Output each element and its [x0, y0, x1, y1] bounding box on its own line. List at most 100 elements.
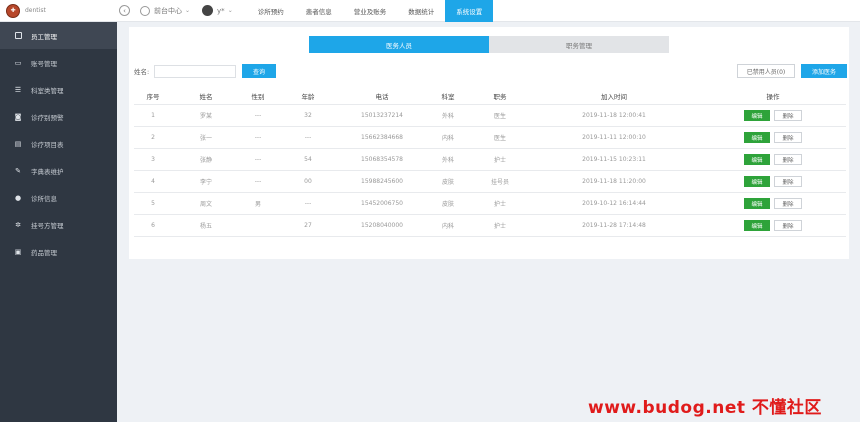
cell-gender: --- — [254, 112, 262, 119]
tab-positions[interactable]: 职务管理 — [489, 36, 669, 53]
sidebar-item-label: 诊所信息 — [31, 194, 57, 203]
clinic-label: 前台中心 — [154, 6, 182, 15]
cell-name: 周文 — [199, 201, 212, 208]
tab-staff[interactable]: 医务人员 — [309, 36, 489, 53]
cell-phone: 15662384668 — [361, 134, 403, 141]
gear-icon: ✲ — [15, 220, 21, 229]
sidebar-item-treatments[interactable]: ▤ 诊疗项目表 — [0, 130, 117, 157]
column-header: 年龄 — [301, 93, 315, 101]
top-nav: 诊所预约 患者信息 营业及账务 数据统计 系统设置 — [247, 0, 494, 22]
edit-button[interactable]: 编辑 — [744, 154, 770, 165]
cell-age: --- — [304, 134, 312, 141]
cell-age: 00 — [304, 178, 312, 185]
action-buttons: 已禁用人员(0) 添加医务 — [737, 64, 847, 78]
clinic-selector[interactable]: 前台中心 ⌄ — [140, 5, 191, 16]
cell-ops: 编辑 删除 — [700, 132, 846, 143]
cell-title: 医生 — [493, 135, 506, 142]
edit-button[interactable]: 编辑 — [744, 176, 770, 187]
cell-gender: --- — [254, 134, 262, 141]
search-button[interactable]: 查询 — [242, 64, 276, 78]
cell-phone: 15452006750 — [361, 200, 403, 207]
column-header: 性别 — [251, 93, 265, 101]
sidebar-item-label: 诊疗项目表 — [31, 140, 64, 149]
column-header: 姓名 — [199, 93, 213, 101]
sidebar-item-staff[interactable]: 员工管理 — [0, 22, 117, 49]
cell-joined: 2019-11-18 11:20:00 — [582, 178, 646, 185]
search-label: 姓名: — [134, 68, 150, 76]
cell-gender: --- — [254, 156, 262, 163]
cell-no: 3 — [151, 156, 155, 163]
search-row: 姓名: 查询 — [134, 64, 276, 78]
sidebar-item-clinic-info[interactable]: ● 诊所信息 — [0, 184, 117, 211]
sidebar-item-label: 账号管理 — [31, 59, 57, 68]
sidebar-item-departments[interactable]: ☰ 科室类管理 — [0, 76, 117, 103]
sidebar-item-alerts[interactable]: ◙ 诊疗别预警 — [0, 103, 117, 130]
cell-age: 32 — [304, 112, 312, 119]
cell-age: 27 — [304, 222, 312, 229]
briefcase-icon: ▣ — [14, 247, 22, 256]
cell-dept: 内科 — [441, 135, 454, 142]
table-row: 1 罗某 --- 32 15013237214 外科 医生 2019-11-18… — [134, 105, 846, 127]
book-icon: ▤ — [14, 139, 22, 148]
tab-switch: 医务人员 职务管理 — [309, 36, 669, 53]
cell-title: 护士 — [493, 201, 506, 208]
delete-button[interactable]: 删除 — [774, 198, 802, 209]
column-header: 职务 — [493, 93, 507, 101]
edit-button[interactable]: 编辑 — [744, 220, 770, 231]
cell-no: 4 — [151, 178, 155, 185]
edit-button[interactable]: 编辑 — [744, 132, 770, 143]
nav-statistics[interactable]: 数据统计 — [397, 0, 445, 22]
nav-settings[interactable]: 系统设置 — [445, 0, 494, 22]
cell-ops: 编辑 删除 — [700, 176, 846, 187]
cell-phone: 15068354578 — [361, 156, 403, 163]
cell-name: 罗某 — [199, 113, 212, 120]
delete-button[interactable]: 删除 — [774, 220, 802, 231]
cell-ops: 编辑 删除 — [700, 198, 846, 209]
nav-billing[interactable]: 营业及账务 — [343, 0, 398, 22]
cell-title: 挂号员 — [490, 179, 509, 186]
column-header: 加入时间 — [601, 93, 627, 101]
back-arrow-icon[interactable]: ‹ — [119, 5, 130, 16]
nav-appointments[interactable]: 诊所预约 — [247, 0, 295, 22]
cell-phone: 15208040000 — [361, 222, 403, 229]
edit-button[interactable]: 编辑 — [744, 198, 770, 209]
delete-button[interactable]: 删除 — [774, 176, 802, 187]
cell-phone: 15988245600 — [361, 178, 403, 185]
cell-ops: 编辑 删除 — [700, 154, 846, 165]
cell-title: 医生 — [493, 113, 506, 120]
info-icon: ● — [14, 193, 22, 202]
sidebar-item-label: 药品管理 — [31, 248, 57, 257]
top-bar: ✚ dentist ‹ 前台中心 ⌄ y* ⌄ 诊所预约 患者信息 营业及账务 … — [0, 0, 860, 22]
sidebar-item-label: 员工管理 — [31, 32, 57, 41]
logo-icon: ✚ — [6, 3, 20, 18]
delete-button[interactable]: 删除 — [774, 154, 802, 165]
cell-name: 李宁 — [199, 179, 212, 186]
delete-button[interactable]: 删除 — [774, 132, 802, 143]
user-menu[interactable]: y* ⌄ — [202, 5, 233, 16]
cell-dept: 皮肤 — [441, 201, 454, 208]
sidebar-item-dictionary[interactable]: ✎ 字典表维护 — [0, 157, 117, 184]
cell-phone: 15013237214 — [361, 112, 403, 119]
column-header: 序号 — [146, 93, 160, 101]
sidebar-item-registration[interactable]: ✲ 挂号方管理 — [0, 211, 117, 238]
phone-icon — [14, 32, 22, 40]
chevron-down-icon: ⌄ — [185, 7, 191, 14]
logo-text: dentist — [25, 7, 46, 14]
search-input[interactable] — [154, 64, 236, 78]
edit-button[interactable]: 编辑 — [744, 110, 770, 121]
cell-dept: 外科 — [441, 157, 454, 164]
table-row: 4 李宁 --- 00 15988245600 皮肤 挂号员 2019-11-1… — [134, 171, 846, 193]
sidebar-item-accounts[interactable]: ▭ 账号管理 — [0, 49, 117, 76]
sidebar-item-drugs[interactable]: ▣ 药品管理 — [0, 238, 117, 265]
disabled-staff-button[interactable]: 已禁用人员(0) — [737, 64, 795, 78]
cell-joined: 2019-11-11 12:00:10 — [582, 134, 646, 141]
column-header: 科室 — [441, 93, 455, 101]
cell-joined: 2019-11-15 10:23:11 — [582, 156, 646, 163]
cell-title: 护士 — [493, 223, 506, 230]
sidebar-item-label: 挂号方管理 — [31, 221, 64, 230]
add-staff-button[interactable]: 添加医务 — [801, 64, 847, 78]
delete-button[interactable]: 删除 — [774, 110, 802, 121]
pencil-icon: ✎ — [15, 166, 21, 175]
cell-name: 张一 — [199, 135, 212, 142]
nav-patients[interactable]: 患者信息 — [295, 0, 343, 22]
